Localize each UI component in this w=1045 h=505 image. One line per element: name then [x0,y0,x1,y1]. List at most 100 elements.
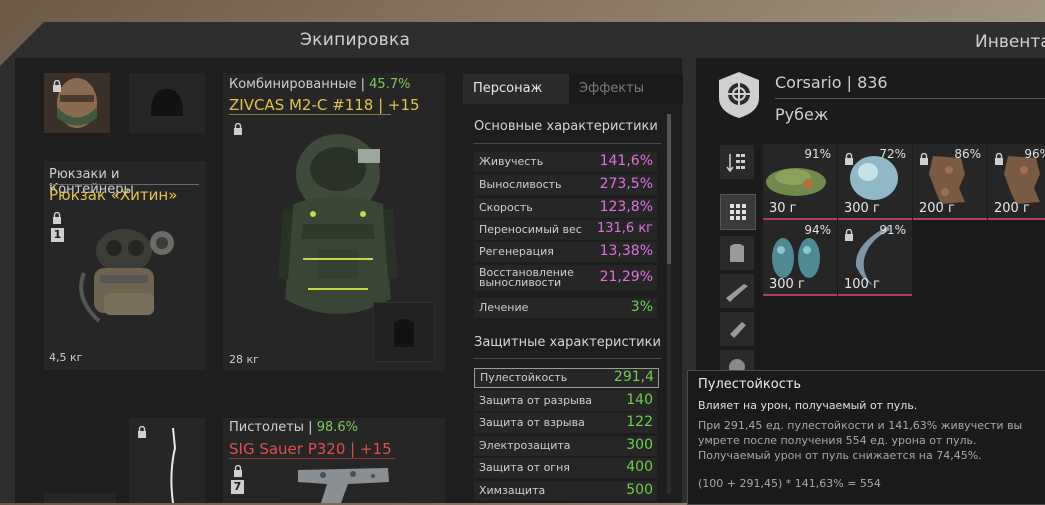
pistol-name: SIG Sauer P320 | +15 [229,440,392,458]
grid-icon [730,204,746,220]
item-weight: 100 г [844,277,880,292]
stat-row-selected[interactable]: Пулестойкость 291,4 [474,368,659,388]
tooltip-title: Пулестойкость [698,377,802,392]
inventory-item[interactable]: 72% 300 г [838,144,912,220]
inventory-title: Инвента [975,32,1045,52]
stat-row[interactable]: Живучесть 141,6% [474,152,657,172]
item-condition: 91% [879,223,906,237]
weapon-slot-left[interactable] [44,493,116,503]
stat-label: Переносимый вес [479,223,582,236]
detector-slot[interactable] [129,418,205,503]
pistol-filter-button[interactable] [720,312,754,346]
player-level: 836 [857,73,888,92]
stat-value: 3% [630,299,653,315]
stat-label: Регенерация [479,245,554,258]
stat-value: 131,6 кг [596,221,653,236]
tooltip-formula: (100 + 291,45) * 141,63% = 554 [698,477,881,490]
helmet-slot[interactable] [129,73,205,133]
item-weight: 200 г [919,201,955,216]
stat-label: Защита от взрыва [479,416,585,429]
inventory-item[interactable]: 91% 100 г [838,220,912,296]
stat-label: Пулестойкость [480,371,568,384]
stat-row[interactable]: Защита от разрыва 140 [474,391,657,411]
inventory-item[interactable]: 91% 30 г [763,144,837,220]
pistol-slot[interactable]: Пистолеты | 98.6% SIG Sauer P320 | +15 7 [223,418,445,503]
stat-value: 141,6% [599,153,653,169]
sort-icon [726,154,745,173]
player-faction: Рубеж [775,105,829,124]
inventory-item[interactable]: 94% 300 г [763,220,837,296]
backpack-slot[interactable]: Рюкзаки и Контейнеры Рюкзак «Хитин» 1 4,… [44,161,206,370]
stat-row[interactable]: Переносимый вес 131,6 кг [474,220,657,240]
stat-row[interactable]: Защита от взрыва 122 [474,413,657,433]
item-weight: 30 г [769,201,797,216]
stat-row[interactable]: Регенерация 13,38% [474,242,657,262]
stat-label: Лечение [479,301,529,314]
stat-value: 140 [626,392,653,408]
stats-scroll-thumb[interactable] [667,114,671,264]
pistol-level-badge: 7 [231,480,244,494]
tooltip-body-line: При 291,45 ед. пулестойкости и 141,63% ж… [698,419,1023,432]
lock-icon [138,426,146,438]
armor-name-underline [229,114,391,115]
separator: | [356,77,370,92]
armor-slot[interactable]: Комбинированные | 45.7% ZIVCAS M2-C #118… [223,73,445,371]
stats-tabs: Персонаж Эффекты [463,74,683,104]
armor-durability: 45.7% [369,77,411,92]
stat-value: 123,8% [599,199,653,215]
lock-icon [995,153,1003,165]
container-placeholder-icon [394,319,414,347]
backpack-category-underline [49,184,199,185]
stat-row[interactable]: Электрозащита 300 [474,436,657,456]
stat-value: 400 [626,459,653,475]
stat-value: 300 [626,437,653,453]
item-condition: 72% [879,147,906,161]
inventory-item[interactable]: 86% 200 г [913,144,987,220]
pistol-category: Пистолеты [229,420,305,435]
rifle-filter-button[interactable] [720,274,754,308]
stat-value: 13,38% [599,243,653,259]
antenna-icon [170,428,177,503]
inventory-item[interactable]: 96% 200 г [988,144,1045,220]
pistol-name-underline [229,458,395,459]
item-condition: 91% [804,147,831,161]
stats-panel: Персонаж Эффекты Основные характеристики… [463,74,683,503]
grid-view-button[interactable] [720,194,756,230]
sort-button[interactable] [720,145,754,179]
tab-character[interactable]: Персонаж [463,74,569,104]
pistol-filter-icon [730,322,746,338]
tooltip-body-line: Получаемый урон от пуль снижается на 74,… [698,449,982,462]
stat-label: Живучесть [479,155,544,168]
item-condition: 96% [1024,147,1045,161]
divider [473,143,661,144]
stat-row[interactable]: Восстановление выносливости 21,29% [474,265,657,291]
stat-value: 500 [626,482,653,498]
stat-row[interactable]: Скорость 123,8% [474,198,657,218]
stat-row[interactable]: Химзащита 500 [474,481,657,501]
tooltip-body-line: умрете после получения 554 ед. урона от … [698,434,977,447]
stat-row[interactable]: Лечение 3% [474,298,657,318]
tab-effects[interactable]: Эффекты [569,74,683,104]
helmet-placeholder-icon [151,89,183,116]
player-header: Corsario | 836 [775,73,888,92]
armor-weight: 28 кг [229,353,259,366]
item-weight: 300 г [844,201,880,216]
armor-category: Комбинированные [229,77,357,92]
stat-label: Выносливость [479,178,562,191]
armor-header: Комбинированные | 45.7% [229,77,410,92]
faction-emblem-icon [719,72,759,118]
armor-container-slot[interactable] [373,302,435,362]
tooltip-subtitle: Влияет на урон, получаемый от пуль. [698,399,918,412]
lock-icon [234,465,242,477]
pistol-header: Пистолеты | 98.6% [229,420,358,435]
stat-row[interactable]: Защита от огня 400 [474,458,657,478]
stat-value: 21,29% [599,269,653,285]
divider [473,358,661,359]
stat-row[interactable]: Выносливость 273,5% [474,175,657,195]
separator: | [841,73,858,92]
armor-name: ZIVCAS M2-C #118 | +15 [229,96,420,114]
item-weight: 300 г [769,277,805,292]
armor-filter-button[interactable] [720,236,754,270]
stat-label: Электрозащита [479,439,571,452]
backpack-level-badge: 1 [51,228,64,242]
